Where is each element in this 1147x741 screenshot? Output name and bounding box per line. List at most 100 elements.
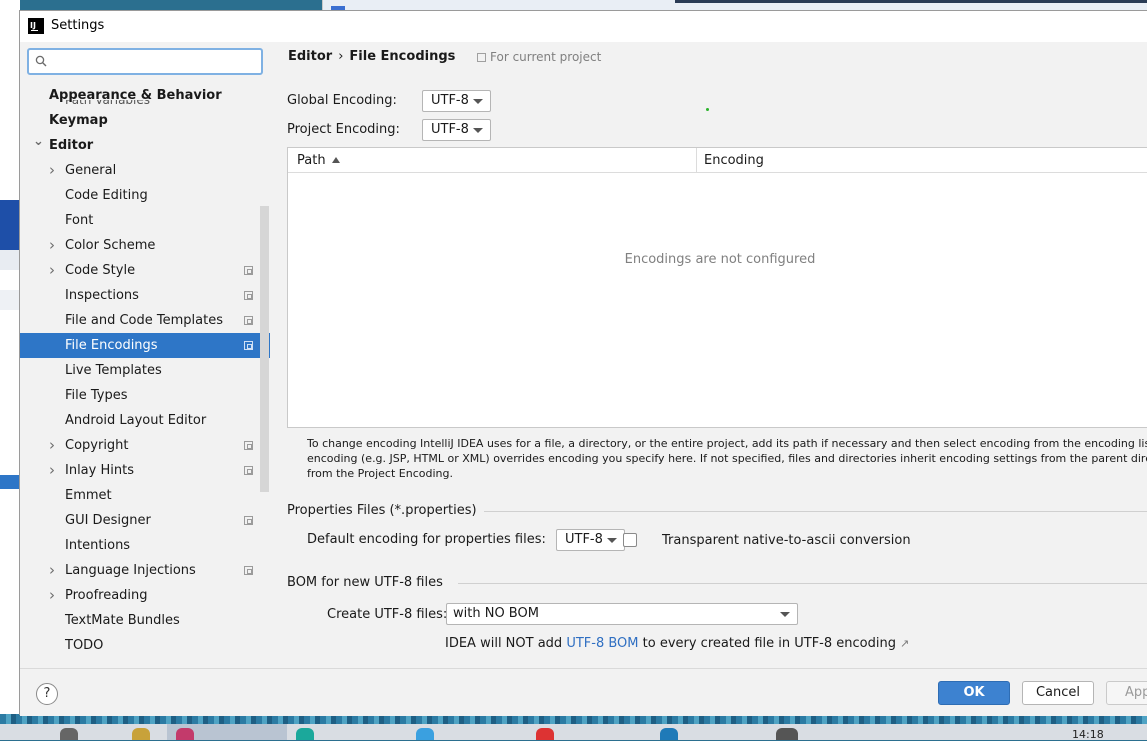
sidebar-item-code-style[interactable]: › Code Style — [20, 258, 270, 283]
sidebar-item-keymap[interactable]: Keymap — [20, 108, 270, 133]
help-button[interactable]: ? — [36, 683, 58, 705]
sidebar-item-code-editing[interactable]: Code Editing — [20, 183, 270, 208]
title-bar: IJ Settings — [20, 11, 1147, 42]
sidebar-item-appearance-behavior[interactable]: Appearance & Behavior — [20, 83, 270, 108]
chevron-down-icon — [780, 612, 790, 617]
sidebar-scrollbar[interactable] — [260, 206, 269, 492]
search-box[interactable] — [27, 48, 263, 75]
sidebar-item-label: Appearance & Behavior — [49, 88, 222, 103]
chevron-right-icon[interactable]: › — [49, 458, 61, 483]
sidebar-item-label: Font — [65, 213, 94, 228]
utf8-bom-link[interactable]: UTF-8 BOM — [566, 636, 638, 651]
project-scope-icon — [244, 566, 253, 575]
transparent-conversion-checkbox[interactable] — [623, 533, 637, 547]
sidebar-item-label: General — [65, 163, 117, 178]
sidebar-item-live-templates[interactable]: Live Templates — [20, 358, 270, 383]
project-scope-icon — [244, 341, 253, 350]
external-link-icon[interactable]: ↗ — [900, 637, 909, 650]
sidebar-item-proofreading[interactable]: › Proofreading — [20, 583, 270, 608]
sidebar-item-color-scheme[interactable]: › Color Scheme — [20, 233, 270, 258]
table-empty-message: Encodings are not configured — [624, 252, 816, 267]
sidebar-item-label: TODO — [65, 638, 104, 653]
taskbar-app-icon[interactable] — [296, 728, 314, 740]
sidebar-item-label: Keymap — [49, 113, 108, 128]
sidebar-item-android-layout-editor[interactable]: Android Layout Editor — [20, 408, 270, 433]
chevron-right-icon[interactable]: › — [49, 258, 61, 283]
global-encoding-label: Global Encoding: — [287, 93, 397, 108]
background-window-fragment — [0, 0, 20, 716]
breadcrumb-parent[interactable]: Editor — [288, 49, 332, 64]
sidebar-item-inlay-hints[interactable]: › Inlay Hints — [20, 458, 270, 483]
sidebar-item-label: Emmet — [65, 488, 112, 503]
sidebar-item-language-injections[interactable]: › Language Injections — [20, 558, 270, 583]
breadcrumb: Editor › File Encodings — [288, 49, 455, 64]
chevron-right-icon[interactable]: › — [49, 558, 61, 583]
global-encoding-value: UTF-8 — [431, 93, 469, 108]
sidebar-item-label: Code Editing — [65, 188, 148, 203]
sidebar-item-gui-designer[interactable]: GUI Designer — [20, 508, 270, 533]
sidebar-item-todo[interactable]: TODO — [20, 633, 270, 658]
taskbar-terminal-icon[interactable] — [776, 728, 798, 740]
taskbar-app-icon[interactable] — [536, 728, 554, 740]
sidebar-item-file-and-code-templates[interactable]: File and Code Templates — [20, 308, 270, 333]
sidebar-item-general[interactable]: › General — [20, 158, 270, 183]
taskbar-app-icon[interactable] — [416, 728, 434, 740]
project-scope-icon — [244, 466, 253, 475]
chevron-right-icon[interactable]: › — [49, 158, 61, 183]
taskbar-app-icon[interactable] — [60, 728, 78, 740]
taskbar-app-icon[interactable] — [660, 728, 678, 740]
dialog-footer: ? OK Cancel Apply — [20, 668, 1147, 716]
chevron-right-icon[interactable]: › — [49, 233, 61, 258]
chevron-down-icon — [473, 99, 483, 104]
sidebar-item-font[interactable]: Font — [20, 208, 270, 233]
sidebar-item-label: File Types — [65, 388, 128, 403]
settings-sidebar: Path Variables Appearance & Behavior Keym… — [20, 42, 270, 668]
sidebar-item-copyright[interactable]: › Copyright — [20, 433, 270, 458]
sidebar-item-intentions[interactable]: Intentions — [20, 533, 270, 558]
table-header: Path Encoding — [288, 148, 1147, 173]
apply-button[interactable]: Apply — [1106, 681, 1147, 705]
project-encoding-select[interactable]: UTF-8 — [422, 119, 491, 141]
sidebar-item-inspections[interactable]: Inspections — [20, 283, 270, 308]
properties-encoding-select[interactable]: UTF-8 — [556, 529, 625, 551]
chevron-right-icon[interactable]: › — [49, 433, 61, 458]
file-encodings-panel: Editor › File Encodings For current projec… — [270, 42, 1147, 668]
column-header-path[interactable]: Path — [297, 148, 340, 173]
sidebar-item-label: Copyright — [65, 438, 129, 453]
sidebar-item-file-encodings[interactable]: File Encodings — [20, 333, 270, 358]
sidebar-item-label: Color Scheme — [65, 238, 156, 253]
encoding-help-text: To change encoding IntelliJ IDEA uses fo… — [307, 436, 1147, 481]
bom-note: IDEA will NOT add UTF-8 BOM to every cre… — [445, 636, 909, 651]
chevron-right-icon[interactable]: › — [49, 583, 61, 608]
search-icon — [35, 55, 47, 67]
settings-dialog: IJ Settings Path Variables Appearance & … — [19, 10, 1147, 716]
bom-select[interactable]: with NO BOM — [446, 603, 798, 625]
search-input[interactable] — [55, 52, 255, 71]
sidebar-item-label: Inspections — [65, 288, 139, 303]
transparent-conversion-label[interactable]: Transparent native-to-ascii conversion — [662, 533, 911, 548]
chevron-down-icon[interactable]: ⌄ — [33, 129, 45, 154]
global-encoding-select[interactable]: UTF-8 — [422, 90, 491, 112]
sidebar-item-file-types[interactable]: File Types — [20, 383, 270, 408]
project-scope-icon — [244, 516, 253, 525]
sidebar-item-emmet[interactable]: Emmet — [20, 483, 270, 508]
ok-button[interactable]: OK — [938, 681, 1010, 705]
properties-group-title: Properties Files (*.properties) — [287, 503, 477, 518]
column-header-encoding[interactable]: Encoding — [704, 148, 764, 173]
bom-note-suffix: to every created file in UTF-8 encoding — [642, 636, 896, 651]
column-divider[interactable] — [696, 148, 697, 173]
encodings-table[interactable]: Path Encoding Encodings are not configur… — [287, 147, 1147, 428]
sidebar-item-label: Android Layout Editor — [65, 413, 207, 428]
sidebar-item-label: TextMate Bundles — [65, 613, 180, 628]
taskbar-folder-icon[interactable] — [132, 728, 150, 740]
sidebar-item-editor[interactable]: ⌄ Editor — [20, 133, 270, 158]
create-utf8-label: Create UTF-8 files: — [327, 607, 448, 622]
project-scope-icon — [244, 291, 253, 300]
cancel-button[interactable]: Cancel — [1022, 681, 1094, 705]
sidebar-item-textmate-bundles[interactable]: TextMate Bundles — [20, 608, 270, 633]
sidebar-item-label: File Encodings — [65, 338, 158, 353]
project-encoding-value: UTF-8 — [431, 122, 469, 137]
chevron-down-icon — [473, 128, 483, 133]
taskbar-app-icon[interactable] — [176, 728, 194, 740]
sidebar-item-label: Code Style — [65, 263, 136, 278]
